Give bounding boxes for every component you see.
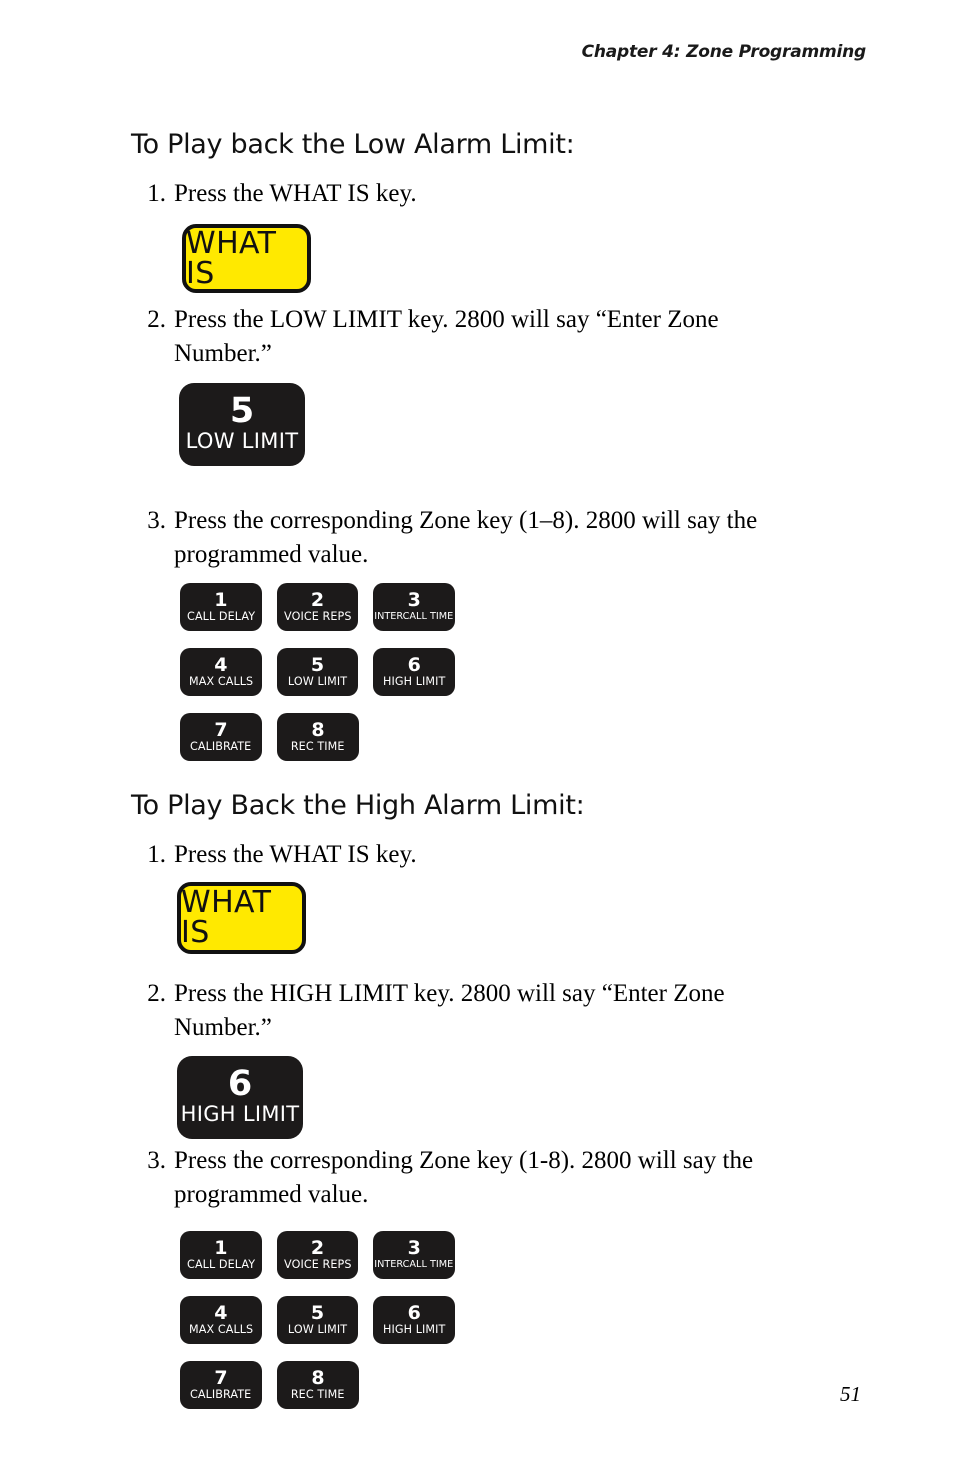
keypad-row: 4 MAX CALLS 5 LOW LIMIT 6 HIGH LIMIT: [180, 648, 470, 696]
keypad-row: 7 CALIBRATE 8 REC TIME: [180, 1361, 470, 1409]
zone-key-number: 8: [311, 718, 325, 741]
step-text: Press the corresponding Zone key (1–8). …: [174, 507, 758, 568]
zone-key-number: 6: [407, 653, 421, 676]
what-is-key-label: WHAT IS: [181, 885, 272, 950]
zone-key-3[interactable]: 3 INTERCALL TIME: [373, 1231, 456, 1279]
step-item: 2. Press the LOW LIMIT key. 2800 will sa…: [140, 303, 800, 371]
zone-key-1[interactable]: 1 CALL DELAY: [180, 1231, 262, 1279]
low-limit-key-number: 5: [229, 390, 255, 431]
keypad-row: 1 CALL DELAY 2 VOICE REPS 3 INTERCALL TI…: [180, 1231, 470, 1279]
zone-key-label: HIGH LIMIT: [382, 1321, 446, 1336]
zone-key-1[interactable]: 1 CALL DELAY: [180, 583, 262, 631]
zone-key-number: 6: [407, 1301, 421, 1324]
zone-key-number: 4: [214, 1301, 228, 1324]
zone-key-number: 3: [407, 1236, 421, 1259]
zone-key-number: 7: [214, 718, 228, 741]
step-text: Press the corresponding Zone key (1-8). …: [174, 1147, 754, 1208]
zone-key-number: 8: [311, 1366, 325, 1389]
zone-key-number: 2: [310, 588, 325, 611]
step-item: 2. Press the HIGH LIMIT key. 2800 will s…: [140, 977, 810, 1045]
step-text: Press the HIGH LIMIT key. 2800 will say …: [174, 980, 725, 1041]
zone-key-number: 7: [214, 1366, 228, 1389]
page-number: 51: [840, 1382, 861, 1406]
zone-key-6[interactable]: 6 HIGH LIMIT: [373, 648, 456, 696]
zone-key-label: INTERCALL TIME: [374, 1258, 454, 1270]
zone-key-label: LOW LIMIT: [287, 1321, 348, 1336]
high-limit-key[interactable]: 6 HIGH LIMIT: [177, 1056, 303, 1139]
zone-key-5[interactable]: 5 LOW LIMIT: [276, 648, 359, 696]
zone-key-number: 2: [310, 1236, 325, 1259]
zone-key-label: CALIBRATE: [190, 1386, 252, 1401]
zone-key-7[interactable]: 7 CALIBRATE: [180, 1361, 262, 1409]
zone-key-number: 4: [214, 653, 228, 676]
low-limit-key[interactable]: 5 LOW LIMIT: [179, 383, 305, 466]
zone-key-number: 5: [310, 1301, 325, 1324]
zone-key-label: INTERCALL TIME: [374, 610, 454, 622]
zone-key-2[interactable]: 2 VOICE REPS: [276, 1231, 359, 1279]
zone-key-label: REC TIME: [291, 1386, 345, 1401]
keypad-row: 7 CALIBRATE 8 REC TIME: [180, 713, 470, 761]
step-number: 1.: [147, 841, 166, 868]
section-heading-low-alarm: To Play back the Low Alarm Limit:: [131, 129, 575, 160]
step-number: 3.: [147, 1147, 166, 1174]
section-heading-high-alarm: To Play Back the High Alarm Limit:: [131, 790, 585, 821]
step-number: 2.: [147, 306, 166, 333]
zone-key-3[interactable]: 3 INTERCALL TIME: [373, 583, 456, 631]
high-limit-key-label: HIGH LIMIT: [180, 1101, 300, 1126]
low-limit-key-label: LOW LIMIT: [185, 428, 299, 453]
step-item: 3. Press the corresponding Zone key (1-8…: [140, 1144, 840, 1212]
what-is-key-label: WHAT IS: [186, 225, 277, 291]
zone-key-label: LOW LIMIT: [287, 673, 348, 688]
what-is-key[interactable]: WHAT IS: [182, 224, 311, 293]
zone-key-label: CALL DELAY: [186, 608, 255, 623]
zone-key-label: CALL DELAY: [186, 1256, 255, 1271]
step-number: 3.: [147, 507, 166, 534]
zone-key-label: MAX CALLS: [188, 1321, 253, 1336]
zone-key-label: HIGH LIMIT: [382, 673, 446, 688]
zone-key-4[interactable]: 4 MAX CALLS: [180, 648, 262, 696]
zone-key-label: REC TIME: [291, 738, 345, 753]
step-text: Press the WHAT IS key.: [174, 180, 417, 207]
zone-key-number: 1: [214, 1236, 228, 1259]
zone-key-2[interactable]: 2 VOICE REPS: [276, 583, 359, 631]
keypad-row: 4 MAX CALLS 5 LOW LIMIT 6 HIGH LIMIT: [180, 1296, 470, 1344]
zone-key-label: MAX CALLS: [188, 673, 253, 688]
zone-key-label: VOICE REPS: [283, 608, 352, 623]
keypad-row: 1 CALL DELAY 2 VOICE REPS 3 INTERCALL TI…: [180, 583, 470, 631]
zone-key-4[interactable]: 4 MAX CALLS: [180, 1296, 262, 1344]
zone-key-label: CALIBRATE: [190, 738, 252, 753]
running-header: Chapter 4: Zone Programming: [581, 42, 867, 62]
zone-keypad: 1 CALL DELAY 2 VOICE REPS 3 INTERCALL TI…: [180, 583, 470, 778]
zone-key-7[interactable]: 7 CALIBRATE: [180, 713, 262, 761]
high-limit-key-number: 6: [227, 1063, 253, 1104]
step-text: Press the WHAT IS key.: [174, 841, 417, 868]
zone-keypad: 1 CALL DELAY 2 VOICE REPS 3 INTERCALL TI…: [180, 1231, 470, 1426]
document-page: Chapter 4: Zone Programming To Play back…: [0, 0, 954, 1475]
zone-key-8[interactable]: 8 REC TIME: [277, 1361, 359, 1409]
step-item: 1. Press the WHAT IS key.: [140, 177, 840, 211]
step-item: 1. Press the WHAT IS key.: [140, 838, 840, 872]
step-number: 2.: [147, 980, 166, 1007]
zone-key-number: 3: [407, 588, 421, 611]
zone-key-5[interactable]: 5 LOW LIMIT: [276, 1296, 359, 1344]
zone-key-6[interactable]: 6 HIGH LIMIT: [373, 1296, 456, 1344]
zone-key-number: 5: [310, 653, 325, 676]
step-item: 3. Press the corresponding Zone key (1–8…: [140, 504, 840, 572]
what-is-key[interactable]: WHAT IS: [177, 882, 306, 954]
zone-key-8[interactable]: 8 REC TIME: [277, 713, 359, 761]
zone-key-label: VOICE REPS: [283, 1256, 352, 1271]
zone-key-number: 1: [214, 588, 228, 611]
step-text: Press the LOW LIMIT key. 2800 will say “…: [174, 306, 719, 367]
step-number: 1.: [147, 180, 166, 207]
